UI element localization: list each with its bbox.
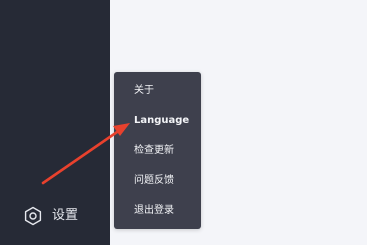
- settings-popup-menu: 关于 Language 检查更新 问题反馈 退出登录: [114, 72, 201, 229]
- menu-item-label: 问题反馈: [134, 175, 174, 186]
- menu-item-feedback[interactable]: 问题反馈: [114, 169, 201, 193]
- menu-item-label: Language: [134, 115, 190, 126]
- sidebar-item-settings[interactable]: 设置: [0, 200, 110, 232]
- menu-item-language[interactable]: Language: [114, 109, 201, 133]
- menu-item-label: 检查更新: [134, 145, 174, 156]
- menu-item-check-updates[interactable]: 检查更新: [114, 139, 201, 163]
- menu-item-label: 退出登录: [134, 205, 174, 216]
- settings-hexagon-icon: [23, 206, 43, 226]
- menu-item-label: 关于: [134, 85, 154, 96]
- sidebar-item-settings-label: 设置: [52, 208, 79, 223]
- menu-item-about[interactable]: 关于: [114, 79, 201, 103]
- menu-item-logout[interactable]: 退出登录: [114, 199, 201, 223]
